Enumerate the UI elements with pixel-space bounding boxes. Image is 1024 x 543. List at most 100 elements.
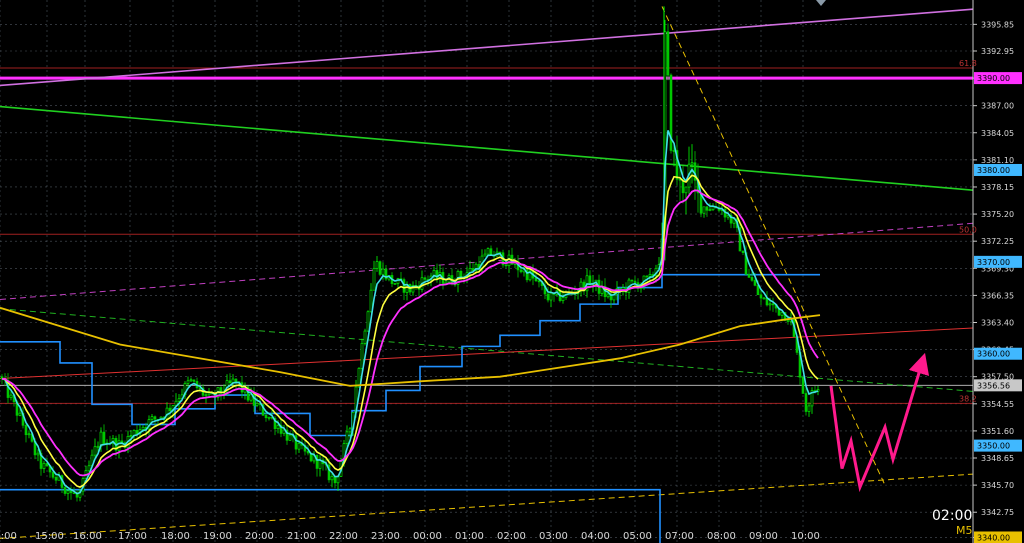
candle-timer: 02:00 xyxy=(932,508,972,524)
price-label-box: 3356.56 xyxy=(974,379,1022,392)
price-label-text: 3340.00 xyxy=(977,533,1010,542)
time-tick-label: 15:00 xyxy=(35,531,64,542)
candle-body xyxy=(255,403,259,406)
candle-body xyxy=(369,289,373,313)
price-chart[interactable]: 3395.85 3392.95 3390.00 3387.00 3384.05 3381.… xyxy=(0,0,1024,543)
candle-body xyxy=(264,414,268,419)
candle-body xyxy=(504,264,508,267)
candle-body xyxy=(507,254,511,266)
candle-body xyxy=(630,279,634,282)
candle-body xyxy=(702,206,706,214)
candle-body xyxy=(96,445,100,448)
price-label-text: 3350.00 xyxy=(977,442,1010,451)
candle-body xyxy=(750,277,754,281)
candle-body xyxy=(645,275,649,278)
candle-body xyxy=(288,434,292,441)
candle-body xyxy=(648,274,652,277)
candle-body xyxy=(27,433,31,436)
price-tick-label: 3381.10 xyxy=(981,156,1014,165)
candle-body xyxy=(72,492,76,495)
candle-body xyxy=(135,430,139,435)
price-label-box: 3340.00 xyxy=(974,531,1022,543)
candle-body xyxy=(393,283,397,285)
candle-body xyxy=(192,379,196,382)
candle-body xyxy=(54,476,58,481)
time-tick-label: 22:00 xyxy=(329,531,358,542)
time-tick-label: 07:00 xyxy=(665,531,694,542)
candle-body xyxy=(150,416,154,420)
candle-body xyxy=(45,463,49,467)
price-tick-label: 3366.35 xyxy=(981,291,1014,300)
candle-body xyxy=(705,206,709,211)
candle-body xyxy=(297,443,301,450)
price-label-box: 3370.00 xyxy=(974,255,1022,268)
price-label-text: 3380.00 xyxy=(977,166,1010,175)
candle-body xyxy=(9,394,13,398)
time-tick-label: 19:00 xyxy=(203,531,232,542)
candle-body xyxy=(87,465,91,472)
candle-body xyxy=(18,412,22,416)
price-tick-label: 3375.20 xyxy=(981,210,1014,219)
time-tick-label: 05:00 xyxy=(623,531,652,542)
candle-body xyxy=(588,275,592,285)
price-tick-label: 3387.00 xyxy=(981,102,1014,111)
candle-body xyxy=(348,428,352,433)
price-tick-label: 3372.25 xyxy=(981,237,1014,246)
price-tick-label: 3351.60 xyxy=(981,427,1014,436)
candle-body xyxy=(459,270,463,278)
candle-body xyxy=(204,394,208,397)
candle-body xyxy=(684,186,688,194)
candle-body xyxy=(672,150,676,152)
candle-body xyxy=(486,248,490,255)
candle-body xyxy=(102,431,106,445)
candle-body xyxy=(549,292,553,301)
candle-body xyxy=(153,416,157,420)
time-tick-label: 23:00 xyxy=(371,531,400,542)
candle-body xyxy=(207,392,211,396)
candle-body xyxy=(363,330,367,344)
candle-body xyxy=(366,311,370,332)
candle-body xyxy=(771,303,775,306)
price-tick-label: 3363.40 xyxy=(981,318,1014,327)
candle-body xyxy=(633,280,637,283)
candle-body xyxy=(807,405,811,412)
price-label-box: 3360.00 xyxy=(974,347,1022,360)
time-tick-label: 00:00 xyxy=(413,531,442,542)
time-tick-label: 01:00 xyxy=(455,531,484,542)
price-tick-label: 3384.05 xyxy=(981,129,1014,138)
candle-body xyxy=(483,253,487,257)
candle-body xyxy=(537,280,541,283)
candle-body xyxy=(267,416,271,419)
candle-body xyxy=(240,382,244,393)
candle-body xyxy=(381,268,385,275)
candle-body xyxy=(561,297,565,302)
candle-body xyxy=(372,268,376,291)
candle-body xyxy=(666,31,670,76)
timeframe-label: M5 xyxy=(956,524,973,537)
candle-body xyxy=(93,446,97,456)
candle-body xyxy=(753,280,757,286)
price-tick-label: 3378.15 xyxy=(981,183,1014,192)
fibo-level-label: 38.2 xyxy=(959,394,977,403)
candle-body xyxy=(276,425,280,430)
time-tick-label: 04:00 xyxy=(581,531,610,542)
candle-body xyxy=(24,425,28,436)
candle-body xyxy=(768,303,772,306)
candle-body xyxy=(690,162,694,165)
candle-body xyxy=(345,431,349,444)
candle-body xyxy=(186,380,190,384)
candle-body xyxy=(51,471,55,478)
candle-body xyxy=(228,380,232,384)
candle-body xyxy=(177,398,181,402)
time-tick-label: 10:00 xyxy=(791,531,820,542)
price-label-text: 3370.00 xyxy=(977,258,1010,267)
candle-body xyxy=(336,476,340,484)
time-tick-label: 16:00 xyxy=(73,531,102,542)
candle-body xyxy=(63,487,67,494)
candle-body xyxy=(66,490,70,494)
candle-body xyxy=(360,343,364,369)
price-tick-label: 3345.70 xyxy=(981,481,1014,490)
price-tick-label: 3342.75 xyxy=(981,508,1014,517)
time-tick-label: 20:00 xyxy=(245,531,274,542)
candle-body xyxy=(333,476,337,484)
